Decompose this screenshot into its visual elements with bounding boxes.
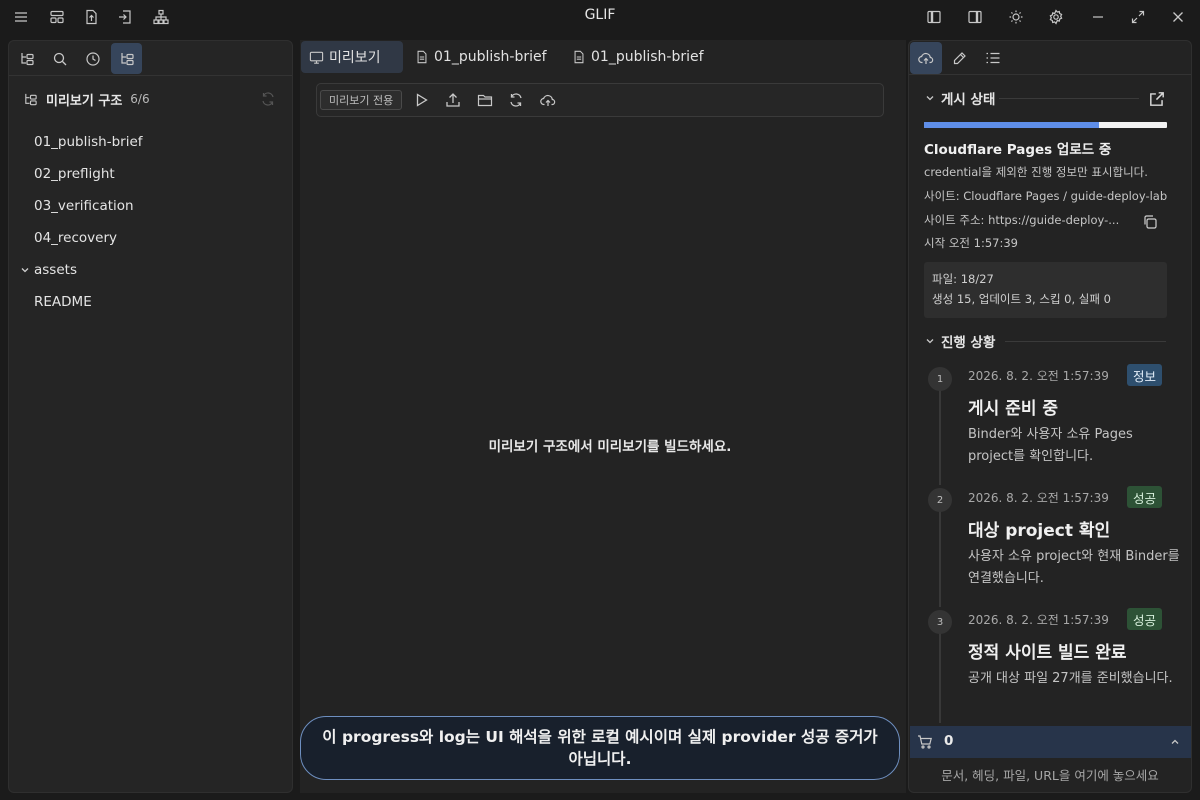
tree-icon: [23, 92, 38, 107]
preview-toolbar: 미리보기 전용: [316, 83, 884, 117]
center-panel: 미리보기 01_publish-brief 01_publish-brief 미…: [300, 40, 906, 793]
tab-label: 01_publish-brief: [591, 49, 704, 65]
preview-only-chip: 미리보기 전용: [320, 90, 403, 110]
edit-icon[interactable]: [944, 42, 976, 74]
tree-title: 미리보기 구조: [46, 93, 123, 109]
files-breakdown: 생성 15, 업데이트 3, 스킵 0, 실패 0: [932, 292, 1111, 306]
progress-section-header[interactable]: 진행 상황: [925, 331, 995, 351]
tab-document[interactable]: 01_publish-brief: [564, 41, 712, 73]
tree-count: 6/6: [130, 92, 150, 106]
tree-icon[interactable]: [11, 43, 42, 74]
publish-site: 사이트: Cloudflare Pages / guide-deploy-lab: [924, 189, 1168, 203]
tree-item-assets[interactable]: assets: [34, 259, 77, 281]
editor-tabs: 미리보기 01_publish-brief 01_publish-brief: [300, 40, 906, 73]
tab-label: 미리보기: [329, 50, 381, 66]
sun-icon[interactable]: [1003, 4, 1029, 30]
upload-icon[interactable]: [442, 89, 464, 111]
tree-item-04-recovery[interactable]: 04_recovery: [34, 227, 117, 249]
empty-preview-message: 미리보기 구조에서 미리보기를 빌드하세요.: [488, 439, 732, 455]
list-icon[interactable]: [977, 42, 1009, 74]
refresh-icon[interactable]: [505, 89, 527, 111]
tab-label: 01_publish-brief: [434, 49, 547, 65]
tree-icon[interactable]: [111, 43, 142, 74]
step-number: 1: [928, 367, 952, 391]
document-icon: [572, 50, 586, 64]
divider: [999, 98, 1139, 99]
cloud-upload-icon[interactable]: [910, 42, 942, 74]
left-panel: 미리보기 구조 6/6 01_publish-brief 02_prefligh…: [8, 40, 293, 793]
section-title: 진행 상황: [941, 335, 996, 351]
tree-item-readme[interactable]: README: [34, 291, 92, 313]
timeline-line: [939, 633, 941, 723]
step-time: 2026. 8. 2. 오전 1:57:39: [968, 491, 1109, 505]
publish-started: 시작 오전 1:57:39: [924, 236, 1018, 250]
files-count: 파일: 18/27: [932, 272, 994, 286]
document-icon: [415, 50, 429, 64]
tab-preview[interactable]: 미리보기: [301, 41, 403, 73]
chevron-up-icon[interactable]: [1168, 735, 1182, 749]
status-badge: 정보: [1127, 364, 1163, 386]
tree-header: 미리보기 구조 6/6: [23, 89, 150, 109]
step-description: 공개 대상 파일 27개를 준비했습니다.: [968, 671, 1173, 686]
publish-file-stats: 파일: 18/27 생성 15, 업데이트 3, 스킵 0, 실패 0: [924, 262, 1167, 318]
local-example-toast: 이 progress와 log는 UI 해석을 위한 로컬 예시이며 실제 pr…: [300, 716, 900, 780]
publish-note: credential을 제외한 진행 정보만 표시합니다.: [924, 165, 1148, 179]
publish-status-header[interactable]: 게시 상태: [925, 88, 995, 108]
status-badge: 성공: [1127, 486, 1163, 508]
toast-text: 이 progress와 log는 UI 해석을 위한 로컬 예시이며 실제 pr…: [322, 728, 878, 768]
step-title: 대상 project 확인: [968, 521, 1111, 541]
play-icon[interactable]: [410, 89, 432, 111]
folder-icon[interactable]: [474, 89, 496, 111]
divider: [1005, 341, 1166, 342]
timeline-line: [939, 389, 941, 485]
external-link-icon[interactable]: [1146, 88, 1168, 110]
search-icon[interactable]: [44, 43, 75, 74]
step-time: 2026. 8. 2. 오전 1:57:39: [968, 369, 1109, 383]
step-title: 정적 사이트 빌드 완료: [968, 643, 1127, 663]
tab-document[interactable]: 01_publish-brief: [407, 41, 555, 73]
copy-icon[interactable]: [1139, 211, 1161, 233]
minimize-icon[interactable]: [1085, 4, 1111, 30]
publish-status-title: Cloudflare Pages 업로드 중: [924, 142, 1112, 158]
status-badge: 성공: [1127, 608, 1163, 630]
gear-icon[interactable]: [1043, 4, 1069, 30]
step-description: Binder와 사용자 소유 Pages project를 확인합니다.: [968, 427, 1133, 464]
tree-item-02-preflight[interactable]: 02_preflight: [34, 163, 115, 185]
step-description: 사용자 소유 project와 현재 Binder를 연결했습니다.: [968, 549, 1180, 586]
title-bar: GLIF: [0, 0, 1200, 34]
right-panel: 게시 상태 Cloudflare Pages 업로드 중 credential을…: [908, 40, 1192, 793]
left-panel-tabs: [9, 41, 292, 76]
timeline-line: [939, 511, 941, 607]
tree-item-01-publish-brief[interactable]: 01_publish-brief: [34, 131, 143, 153]
cart-count: 0: [944, 733, 954, 749]
drop-zone-hint[interactable]: 문서, 헤딩, 파일, URL을 여기에 놓으세요: [909, 765, 1191, 784]
cloud-upload-icon[interactable]: [537, 89, 559, 111]
step-number: 2: [928, 488, 952, 512]
cart-bar[interactable]: 0: [910, 726, 1191, 758]
maximize-icon[interactable]: [1125, 4, 1151, 30]
monitor-icon: [309, 50, 324, 65]
left-sidebar-icon[interactable]: [921, 4, 947, 30]
chevron-down-icon: [925, 336, 935, 346]
chevron-down-icon[interactable]: [20, 259, 32, 281]
step-number: 3: [928, 610, 952, 634]
close-icon[interactable]: [1165, 4, 1191, 30]
clock-icon[interactable]: [77, 43, 108, 74]
step-time: 2026. 8. 2. 오전 1:57:39: [968, 613, 1109, 627]
right-sidebar-icon[interactable]: [962, 4, 988, 30]
chevron-down-icon: [925, 93, 935, 103]
right-panel-tabs: [909, 41, 1191, 75]
tree-item-03-verification[interactable]: 03_verification: [34, 195, 134, 217]
cart-icon: [916, 733, 934, 751]
publish-progress-bar: [924, 122, 1167, 128]
step-title: 게시 준비 중: [968, 399, 1059, 419]
publish-site-url: 사이트 주소: https://guide-deploy-...: [924, 213, 1120, 227]
publish-progress-fill: [924, 122, 1099, 128]
section-title: 게시 상태: [941, 92, 996, 108]
sync-icon[interactable]: [259, 90, 277, 108]
